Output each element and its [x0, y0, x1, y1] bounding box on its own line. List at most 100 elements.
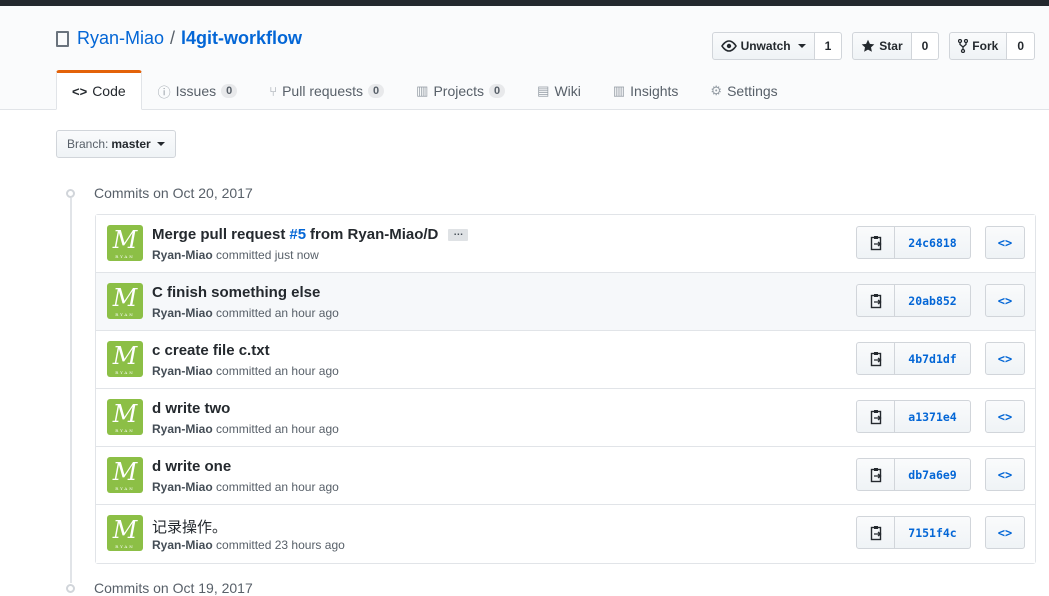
copy-sha-button[interactable] — [856, 284, 895, 317]
commit-time: an hour ago — [274, 364, 339, 378]
chevron-down-icon — [797, 44, 806, 48]
tab-settings[interactable]: ⚙ Settings — [694, 70, 793, 110]
fork-count[interactable]: 0 — [1007, 32, 1035, 60]
commit-sha-link[interactable]: db7a6e9 — [895, 458, 971, 491]
commit-message[interactable]: Merge pull request #5 from Ryan-Miao/D … — [152, 226, 469, 243]
tab-pull-requests[interactable]: ⑂ Pull requests 0 — [253, 70, 400, 110]
commit-meta: Ryan-Miao committed an hour ago — [152, 306, 339, 320]
tab-label: Issues — [175, 83, 217, 99]
commit-author[interactable]: Ryan-Miao — [152, 306, 213, 320]
issue-opened-icon: ⓘ — [157, 84, 171, 100]
star-count[interactable]: 0 — [911, 32, 940, 60]
copy-sha-button[interactable] — [856, 226, 895, 259]
unwatch-button[interactable]: Unwatch — [711, 32, 815, 60]
branch-select-button[interactable]: Branch: master — [56, 130, 176, 158]
browse-files-button[interactable]: <> — [985, 226, 1025, 259]
commit-time: an hour ago — [274, 306, 339, 320]
git-commit-icon — [62, 188, 79, 198]
clippy-icon — [869, 351, 883, 367]
sha-group: 24c6818 — [856, 226, 971, 259]
commit-message[interactable]: 记录操作。 — [152, 516, 227, 537]
avatar[interactable]: M RYAN — [107, 225, 143, 261]
copy-sha-button[interactable] — [856, 458, 895, 491]
commit-sha-link[interactable]: 7151f4c — [895, 516, 971, 549]
star-icon — [861, 39, 875, 53]
commit-sha-link[interactable]: a1371e4 — [895, 400, 971, 433]
sha-group: db7a6e9 — [856, 458, 971, 491]
avatar[interactable]: M RYAN — [107, 283, 143, 319]
repo-icon — [56, 30, 69, 47]
repo-owner-link[interactable]: Ryan-Miao — [77, 28, 164, 49]
browse-files-button[interactable]: <> — [985, 400, 1025, 433]
avatar[interactable]: M RYAN — [107, 457, 143, 493]
sha-group: a1371e4 — [856, 400, 971, 433]
commit-row: M RYAN d write two Ryan-Miao committed an… — [96, 389, 1035, 447]
clippy-icon — [869, 525, 883, 541]
tab-projects[interactable]: ▥ Projects 0 — [400, 70, 521, 110]
commit-author[interactable]: Ryan-Miao — [152, 422, 213, 436]
commit-author[interactable]: Ryan-Miao — [152, 364, 213, 378]
copy-sha-button[interactable] — [856, 342, 895, 375]
commit-row: M RYAN 记录操作。 Ryan-Miao committed 23 hours… — [96, 505, 1035, 563]
tab-wiki[interactable]: ▤ Wiki — [521, 70, 597, 110]
avatar[interactable]: M RYAN — [107, 341, 143, 377]
tab-issues[interactable]: ⓘ Issues 0 — [142, 70, 254, 110]
star-button[interactable]: Star — [852, 32, 912, 60]
browse-files-button[interactable]: <> — [985, 516, 1025, 549]
repo-nav-tabs: <> Code ⓘ Issues 0 ⑂ Pull requests 0 ▥ P… — [56, 70, 794, 110]
unwatch-label: Unwatch — [740, 39, 791, 53]
fork-icon — [958, 39, 969, 53]
graph-icon: ▥ — [612, 83, 626, 98]
clippy-icon — [869, 409, 883, 425]
commit-meta: Ryan-Miao committed an hour ago — [152, 422, 339, 436]
eye-icon — [720, 40, 737, 52]
commit-author[interactable]: Ryan-Miao — [152, 248, 213, 262]
commit-message[interactable]: d write two — [152, 400, 230, 417]
commit-message[interactable]: C finish something else — [152, 284, 320, 301]
sha-group: 20ab852 — [856, 284, 971, 317]
commit-meta: Ryan-Miao committed an hour ago — [152, 364, 339, 378]
browse-files-button[interactable]: <> — [985, 342, 1025, 375]
copy-sha-button[interactable] — [856, 516, 895, 549]
repo-header: Ryan-Miao / l4git-workflow Unwatch 1 Sta… — [0, 6, 1049, 110]
commit-meta: Ryan-Miao committed an hour ago — [152, 480, 339, 494]
tab-code[interactable]: <> Code — [56, 70, 142, 110]
browse-files-button[interactable]: <> — [985, 458, 1025, 491]
pull-requests-counter: 0 — [368, 84, 385, 98]
tab-insights[interactable]: ▥ Insights — [597, 70, 695, 110]
repo-title: Ryan-Miao / l4git-workflow — [56, 28, 302, 49]
fork-button[interactable]: Fork — [949, 32, 1008, 60]
expand-message-button[interactable]: … — [448, 227, 469, 241]
avatar[interactable]: M RYAN — [107, 399, 143, 435]
commit-time: an hour ago — [274, 422, 339, 436]
tab-label: Projects — [433, 83, 485, 99]
star-group: Star 0 — [852, 32, 940, 60]
commit-author[interactable]: Ryan-Miao — [152, 538, 213, 552]
git-commit-icon — [62, 583, 79, 593]
clippy-icon — [869, 235, 883, 251]
copy-sha-button[interactable] — [856, 400, 895, 433]
fork-label: Fork — [972, 39, 999, 53]
projects-counter: 0 — [489, 84, 506, 98]
commit-timeline — [70, 196, 72, 593]
pull-request-link[interactable]: #5 — [289, 226, 306, 243]
tab-label: Code — [92, 83, 126, 99]
sha-group: 7151f4c — [856, 516, 971, 549]
avatar[interactable]: M RYAN — [107, 515, 143, 551]
commit-row: M RYAN d write one Ryan-Miao committed an… — [96, 447, 1035, 505]
commit-sha-link[interactable]: 24c6818 — [895, 226, 971, 259]
commit-group-date: Commits on Oct 20, 2017 — [94, 185, 253, 201]
browse-files-button[interactable]: <> — [985, 284, 1025, 317]
gear-icon: ⚙ — [710, 83, 723, 98]
commit-group-title: Commits on Oct 19, 2017 — [62, 580, 253, 596]
commit-message[interactable]: d write one — [152, 458, 231, 475]
sha-group: 4b7d1df — [856, 342, 971, 375]
repo-name-link[interactable]: l4git-workflow — [181, 28, 302, 49]
commit-message[interactable]: c create file c.txt — [152, 342, 270, 359]
tab-label: Pull requests — [282, 83, 364, 99]
watch-count[interactable]: 1 — [814, 32, 843, 60]
commit-author[interactable]: Ryan-Miao — [152, 480, 213, 494]
fork-group: Fork 0 — [949, 32, 1035, 60]
commit-sha-link[interactable]: 20ab852 — [895, 284, 971, 317]
commit-sha-link[interactable]: 4b7d1df — [895, 342, 971, 375]
